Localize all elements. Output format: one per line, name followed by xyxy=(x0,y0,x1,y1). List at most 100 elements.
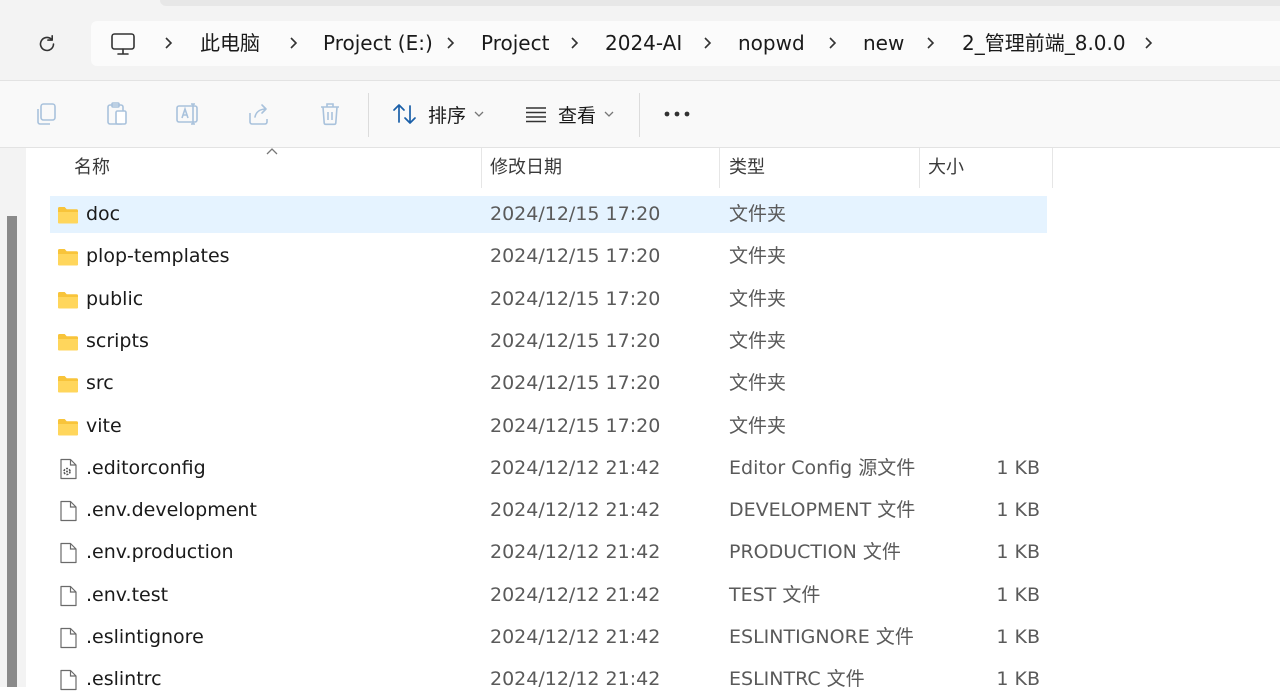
file-modified: 2024/12/12 21:42 xyxy=(490,541,661,564)
file-type: TEST 文件 xyxy=(729,583,821,606)
file-type: ESLINTRC 文件 xyxy=(729,668,865,691)
breadcrumb-this-pc[interactable]: 此电脑 xyxy=(200,21,260,66)
view-label: 查看 xyxy=(558,104,597,127)
file-size: 1 KB xyxy=(996,583,1040,606)
file-name: doc xyxy=(86,203,121,225)
file-modified: 2024/12/12 21:42 xyxy=(490,583,661,606)
file-row[interactable]: plop-templates 2024/12/15 17:20 文件夹 xyxy=(50,238,1047,275)
file-modified: 2024/12/15 17:20 xyxy=(490,414,661,437)
file-row[interactable]: .eslintignore 2024/12/12 21:42 ESLINTIGNOR… xyxy=(50,619,1047,656)
sort-button[interactable]: 排序 xyxy=(392,95,484,133)
column-name[interactable]: 名称 xyxy=(74,148,110,188)
column-divider[interactable] xyxy=(919,148,920,188)
file-modified: 2024/12/12 21:42 xyxy=(490,499,661,522)
file-row[interactable]: .env.production 2024/12/12 21:42 PRODUCTIO… xyxy=(50,534,1047,571)
folder-icon xyxy=(56,415,80,439)
chevron-right-icon[interactable] xyxy=(825,36,839,50)
file-row[interactable]: src 2024/12/15 17:20 文件夹 xyxy=(50,365,1047,402)
chevron-right-icon[interactable] xyxy=(1141,36,1155,50)
file-name: src xyxy=(86,372,114,395)
file-row[interactable]: scripts 2024/12/15 17:20 文件夹 xyxy=(50,323,1047,360)
chevron-right-icon[interactable] xyxy=(161,36,175,50)
breadcrumb-current-folder[interactable]: 2_管理前端_8.0.0 xyxy=(962,21,1126,66)
chevron-right-icon[interactable] xyxy=(443,36,457,50)
file-name: public xyxy=(86,287,144,310)
file-type: 文件夹 xyxy=(729,329,787,352)
column-modified[interactable]: 修改日期 xyxy=(490,148,562,188)
column-divider[interactable] xyxy=(1052,148,1053,188)
column-divider[interactable] xyxy=(481,148,482,188)
file-icon xyxy=(56,541,80,565)
refresh-button[interactable] xyxy=(31,28,63,60)
file-icon xyxy=(56,499,80,523)
folder-icon xyxy=(56,245,80,269)
sort-icon xyxy=(393,104,416,124)
file-row[interactable]: .editorconfig 2024/12/12 21:42 Editor Conf… xyxy=(50,450,1047,487)
breadcrumb-new[interactable]: new xyxy=(863,21,904,66)
sort-ascending-icon xyxy=(266,148,278,155)
scrollbar-thumb[interactable] xyxy=(7,216,17,687)
breadcrumb-2024-ai[interactable]: 2024-AI xyxy=(605,21,682,66)
refresh-icon xyxy=(39,35,55,52)
file-name: .eslintrc xyxy=(86,668,162,691)
file-row[interactable]: public 2024/12/15 17:20 文件夹 xyxy=(50,281,1047,318)
file-size: 1 KB xyxy=(996,456,1040,479)
column-type[interactable]: 类型 xyxy=(729,148,765,188)
copy-icon[interactable] xyxy=(33,101,59,127)
column-size[interactable]: 大小 xyxy=(928,148,964,188)
file-type: 文件夹 xyxy=(729,203,787,225)
file-name: vite xyxy=(86,414,122,437)
file-name: .env.development xyxy=(86,499,257,522)
breadcrumb-project[interactable]: Project xyxy=(481,21,549,66)
chevron-right-icon[interactable] xyxy=(923,36,937,50)
delete-icon[interactable] xyxy=(317,101,343,127)
file-type: Editor Config 源文件 xyxy=(729,456,916,479)
file-row[interactable]: .eslintrc 2024/12/12 21:42 ESLINTRC 文件 1 KB xyxy=(50,661,1047,698)
view-list-icon xyxy=(526,107,546,123)
sort-label: 排序 xyxy=(428,104,467,127)
chevron-down-icon xyxy=(604,111,614,117)
command-separator xyxy=(368,93,369,137)
file-size: 1 KB xyxy=(996,626,1040,648)
file-name: plop-templates xyxy=(86,245,230,268)
file-name: .eslintignore xyxy=(86,626,204,648)
tab-strip-edge xyxy=(160,0,1280,6)
file-row[interactable]: doc 2024/12/15 17:20 文件夹 xyxy=(50,196,1047,233)
share-icon[interactable] xyxy=(246,101,272,127)
file-name: .editorconfig xyxy=(86,456,206,479)
file-icon xyxy=(56,626,80,650)
chevron-right-icon[interactable] xyxy=(567,36,581,50)
folder-icon xyxy=(56,372,80,396)
file-modified: 2024/12/15 17:20 xyxy=(490,287,661,310)
file-modified: 2024/12/15 17:20 xyxy=(490,329,661,352)
file-row[interactable]: vite 2024/12/15 17:20 文件夹 xyxy=(50,408,1047,445)
file-type: 文件夹 xyxy=(729,287,787,310)
file-size: 1 KB xyxy=(996,499,1040,522)
command-separator xyxy=(639,93,640,137)
this-pc-icon[interactable] xyxy=(110,31,136,57)
navigation-pane-scroll xyxy=(0,148,26,687)
address-bar-region: 此电脑 Project (E:) Project 2024-AI nopwd n… xyxy=(0,0,1280,81)
view-button[interactable]: 查看 xyxy=(524,95,614,133)
more-icon xyxy=(664,111,690,117)
paste-icon[interactable] xyxy=(104,101,130,127)
file-name: scripts xyxy=(86,329,149,352)
address-bar[interactable]: 此电脑 Project (E:) Project 2024-AI nopwd n… xyxy=(91,21,1280,66)
file-modified: 2024/12/12 21:42 xyxy=(490,668,661,691)
file-row[interactable]: .env.development 2024/12/12 21:42 DEVELOPM… xyxy=(50,492,1047,529)
file-type: 文件夹 xyxy=(729,245,787,268)
file-type: PRODUCTION 文件 xyxy=(729,541,901,564)
more-options-button[interactable] xyxy=(664,95,690,133)
chevron-right-icon[interactable] xyxy=(286,36,300,50)
breadcrumb-nopwd[interactable]: nopwd xyxy=(738,21,805,66)
file-modified: 2024/12/15 17:20 xyxy=(490,245,661,268)
breadcrumb-drive[interactable]: Project (E:) xyxy=(323,21,433,66)
file-modified: 2024/12/12 21:42 xyxy=(490,626,661,648)
column-header: 名称 修改日期 类型 大小 xyxy=(26,148,1056,188)
file-size: 1 KB xyxy=(996,541,1040,564)
column-divider[interactable] xyxy=(719,148,720,188)
chevron-right-icon[interactable] xyxy=(700,36,714,50)
rename-icon[interactable] xyxy=(175,101,201,127)
file-modified: 2024/12/15 17:20 xyxy=(490,372,661,395)
file-row[interactable]: .env.test 2024/12/12 21:42 TEST 文件 1 KB xyxy=(50,577,1047,614)
